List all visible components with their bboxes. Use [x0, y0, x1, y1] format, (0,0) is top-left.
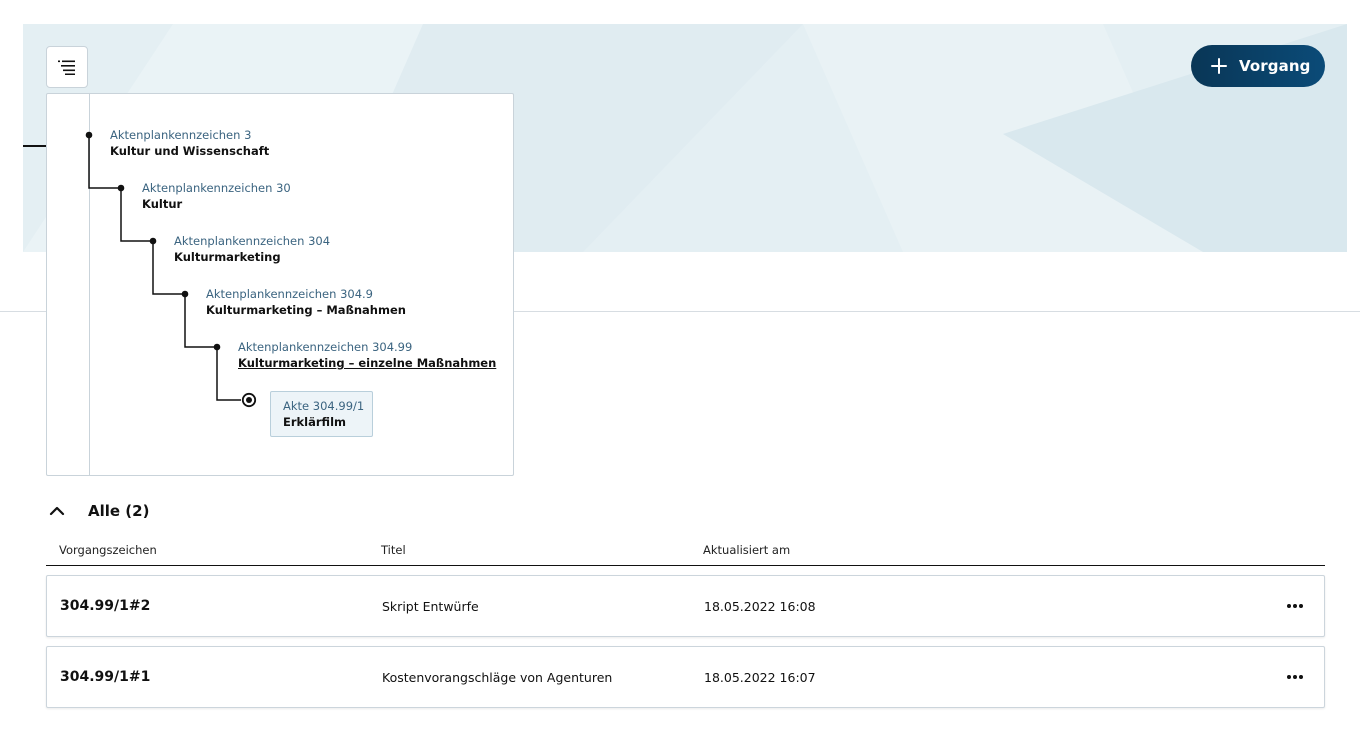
new-vorgang-label: Vorgang: [1239, 57, 1311, 75]
tree-node-name: Kulturmarketing: [174, 250, 281, 264]
tree-node-code: Aktenplankennzeichen 304.99: [238, 340, 413, 354]
tree-node-name: Kulturmarketing – Maßnahmen: [206, 303, 406, 317]
row-updated: 18.05.2022 16:08: [704, 598, 816, 614]
more-horizontal-icon: [1287, 675, 1303, 679]
tree-menu-button[interactable]: [46, 46, 88, 88]
tree-node-name: Kulturmarketing – einzelne Maßnahmen: [238, 356, 497, 370]
column-header-aktualisiert[interactable]: Aktualisiert am: [703, 543, 790, 557]
row-updated: 18.05.2022 16:07: [704, 669, 816, 685]
tree-node-code: Aktenplankennzeichen 304.9: [206, 287, 373, 301]
tree-node-level-1[interactable]: Aktenplankennzeichen 3 Kultur und Wissen…: [110, 127, 269, 159]
tree-node-code: Aktenplankennzeichen 3: [110, 128, 252, 142]
group-label: Alle (2): [88, 502, 150, 520]
current-akte-code: Akte 304.99/1: [283, 399, 365, 413]
column-header-titel[interactable]: Titel: [381, 543, 406, 557]
file-plan-tree-panel: Aktenplankennzeichen 3 Kultur und Wissen…: [46, 93, 514, 476]
table-header-line: [46, 565, 1325, 566]
tree-node-level-4[interactable]: Aktenplankennzeichen 304.9 Kulturmarketi…: [206, 286, 406, 318]
tree-node-level-5[interactable]: Aktenplankennzeichen 304.99 Kulturmarket…: [238, 339, 496, 371]
new-vorgang-button[interactable]: Vorgang: [1191, 45, 1325, 87]
tree-node-level-3[interactable]: Aktenplankennzeichen 304 Kulturmarketing: [174, 233, 330, 265]
tree-node-name: Kultur: [142, 197, 183, 211]
chevron-up-icon: [49, 506, 65, 516]
row-title: Kostenvorangschläge von Agenturen: [382, 669, 613, 685]
filter-list-icon: [58, 60, 75, 75]
more-horizontal-icon: [1287, 604, 1303, 608]
active-tab-indicator: [23, 145, 47, 147]
table-row[interactable]: 304.99/1#2 Skript Entwürfe 18.05.2022 16…: [46, 575, 1325, 637]
row-title: Skript Entwürfe: [382, 598, 479, 614]
tree-node-code: Aktenplankennzeichen 30: [142, 181, 291, 195]
plus-icon: [1211, 58, 1227, 74]
row-vorgangszeichen: 304.99/1#1: [60, 669, 151, 685]
current-akte-node: Akte 304.99/1 Erklärfilm: [270, 391, 373, 437]
tree-node-code: Aktenplankennzeichen 304: [174, 234, 331, 248]
row-more-button[interactable]: [1283, 594, 1307, 618]
column-header-vorgangszeichen[interactable]: Vorgangszeichen: [59, 543, 157, 557]
table-row[interactable]: 304.99/1#1 Kostenvorangschläge von Agent…: [46, 646, 1325, 708]
row-vorgangszeichen: 304.99/1#2: [60, 598, 151, 614]
tree-node-name: Kultur und Wissenschaft: [110, 144, 270, 158]
tree-node-level-2[interactable]: Aktenplankennzeichen 30 Kultur: [142, 180, 291, 212]
row-more-button[interactable]: [1283, 665, 1307, 689]
current-akte-name: Erklärfilm: [283, 415, 346, 429]
group-toggle-all[interactable]: Alle (2): [46, 500, 149, 522]
